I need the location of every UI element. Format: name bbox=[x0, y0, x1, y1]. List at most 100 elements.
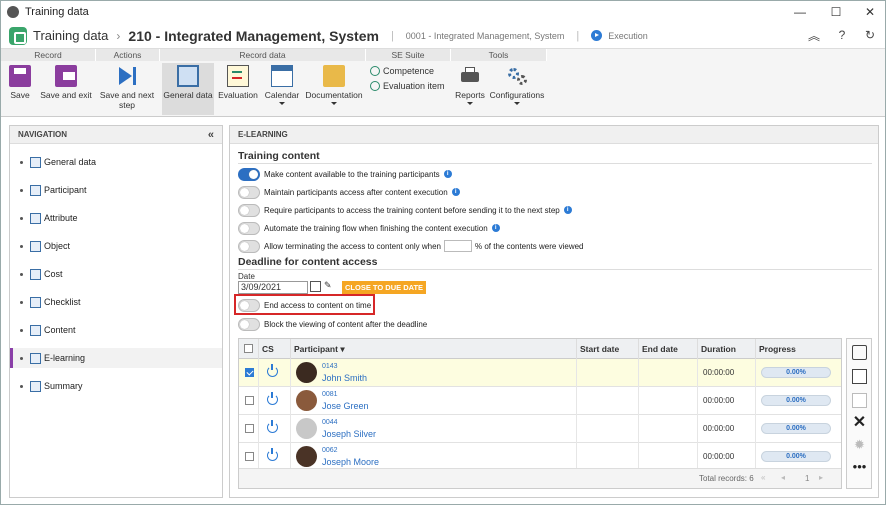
row-checkbox[interactable] bbox=[245, 396, 254, 405]
percentage-input[interactable] bbox=[443, 240, 472, 252]
save-and-exit-button[interactable]: Save and exit bbox=[39, 63, 93, 115]
evaluation-item-link[interactable]: Evaluation item bbox=[370, 81, 445, 91]
competence-icon bbox=[370, 66, 380, 76]
calendar-icon[interactable] bbox=[310, 281, 321, 292]
end-access-toggle[interactable] bbox=[238, 298, 260, 312]
calendar-icon bbox=[271, 65, 293, 87]
nav-item-e-learning[interactable]: E-learning bbox=[10, 348, 222, 368]
col-end-date[interactable]: End date bbox=[639, 339, 698, 359]
info-icon[interactable]: i bbox=[443, 170, 452, 178]
collapse-up-icon[interactable]: ︽ bbox=[807, 28, 821, 43]
table-row[interactable]: 0062 Joseph Moore 00:00:00 0.00% bbox=[239, 443, 841, 471]
close-button[interactable]: ✕ bbox=[853, 1, 886, 23]
first-page-icon[interactable]: « bbox=[761, 473, 765, 482]
date-input[interactable]: 3/09/2021 bbox=[238, 281, 308, 294]
table-row[interactable]: 0143 John Smith 00:00:00 0.00% bbox=[239, 359, 841, 387]
collapse-left-icon[interactable]: « bbox=[208, 126, 214, 144]
save-next-step-button[interactable]: Save and next step bbox=[99, 63, 155, 115]
competence-link[interactable]: Competence bbox=[370, 66, 434, 76]
power-icon[interactable] bbox=[267, 420, 278, 433]
select-all-checkbox[interactable] bbox=[244, 344, 253, 353]
col-duration[interactable]: Duration bbox=[698, 339, 756, 359]
power-icon[interactable] bbox=[267, 392, 278, 405]
duration-value: 00:00:00 bbox=[703, 368, 735, 377]
configurations-button[interactable]: Configurations bbox=[489, 63, 545, 115]
navigation-title: NAVIGATION bbox=[18, 130, 68, 139]
record-header: Training data › 210 - Integrated Managem… bbox=[1, 23, 885, 49]
participant-code: 0044 bbox=[322, 419, 338, 426]
calendar-button[interactable]: Calendar bbox=[263, 63, 301, 115]
info-icon[interactable]: i bbox=[563, 206, 572, 214]
page-number[interactable]: 1 bbox=[805, 474, 809, 483]
table-row[interactable]: 0044 Joseph Silver 00:00:00 0.00% bbox=[239, 415, 841, 443]
view-icon[interactable] bbox=[852, 345, 867, 360]
col-cs[interactable]: CS bbox=[259, 339, 291, 359]
add-document-icon[interactable] bbox=[852, 369, 867, 384]
maintain-access-toggle[interactable] bbox=[238, 185, 260, 199]
refresh-icon[interactable]: ↻ bbox=[863, 28, 877, 42]
nav-item-attribute[interactable]: Attribute bbox=[10, 208, 222, 228]
evaluation-button[interactable]: Evaluation bbox=[216, 63, 260, 115]
clear-date-icon[interactable]: ✎ bbox=[324, 280, 332, 291]
prev-page-icon[interactable]: ◂ bbox=[781, 473, 785, 482]
block-viewing-toggle[interactable] bbox=[238, 317, 260, 331]
avatar bbox=[296, 362, 317, 383]
participants-grid: CS Participant ▾ Start date End date Dur… bbox=[238, 338, 842, 489]
next-step-icon bbox=[116, 65, 138, 87]
automate-flow-toggle[interactable] bbox=[238, 221, 260, 235]
reports-button[interactable]: Reports bbox=[453, 63, 487, 115]
table-row[interactable]: 0081 Jose Green 00:00:00 0.00% bbox=[239, 387, 841, 415]
minimize-button[interactable]: — bbox=[783, 1, 817, 23]
avatar bbox=[296, 390, 317, 411]
group-record-data: Record data bbox=[160, 49, 366, 61]
participant-name[interactable]: Joseph Moore bbox=[322, 457, 379, 467]
col-progress[interactable]: Progress bbox=[756, 339, 841, 359]
info-icon[interactable]: i bbox=[451, 188, 460, 196]
nav-item-general-data[interactable]: General data bbox=[10, 152, 222, 172]
make-available-toggle[interactable] bbox=[238, 167, 260, 181]
nav-item-checklist[interactable]: Checklist bbox=[10, 292, 222, 312]
evaluation-icon bbox=[227, 65, 249, 87]
edit-document-icon[interactable] bbox=[852, 393, 867, 408]
evaluation-item-icon bbox=[370, 81, 380, 91]
nav-item-object[interactable]: Object bbox=[10, 236, 222, 256]
chevron-down-icon bbox=[279, 102, 285, 105]
power-icon[interactable] bbox=[267, 448, 278, 461]
allow-terminating-toggle[interactable] bbox=[238, 239, 260, 253]
nav-item-summary[interactable]: Summary bbox=[10, 376, 222, 396]
execution-icon bbox=[591, 30, 603, 41]
participant-name[interactable]: Jose Green bbox=[322, 401, 369, 411]
module-name[interactable]: Training data bbox=[33, 28, 108, 43]
cost-icon bbox=[30, 268, 41, 280]
group-tools: Tools bbox=[451, 49, 547, 61]
training-logo-icon bbox=[9, 26, 27, 45]
row-checkbox[interactable] bbox=[245, 452, 254, 461]
col-participant[interactable]: Participant ▾ bbox=[291, 339, 577, 359]
require-access-toggle[interactable] bbox=[238, 203, 260, 217]
row-checkbox[interactable] bbox=[245, 368, 254, 377]
duration-value: 00:00:00 bbox=[703, 424, 735, 433]
col-start-date[interactable]: Start date bbox=[577, 339, 639, 359]
settings-icon[interactable]: ✹ bbox=[852, 437, 867, 452]
help-icon[interactable]: ? bbox=[835, 28, 849, 42]
general-data-button[interactable]: General data bbox=[162, 63, 214, 115]
documentation-button[interactable]: Documentation bbox=[304, 63, 364, 115]
save-button[interactable]: Save bbox=[3, 63, 37, 115]
record-title: 210 - Integrated Management, System bbox=[128, 27, 379, 44]
next-page-icon[interactable]: ▸ bbox=[819, 473, 823, 482]
maximize-button[interactable]: ☐ bbox=[819, 1, 853, 23]
participant-name[interactable]: Joseph Silver bbox=[322, 429, 376, 439]
more-icon[interactable]: ••• bbox=[852, 459, 867, 474]
attribute-icon bbox=[30, 212, 41, 224]
delete-icon[interactable]: ✕ bbox=[852, 415, 867, 431]
e-learning-icon bbox=[30, 352, 41, 364]
nav-item-participant[interactable]: Participant bbox=[10, 180, 222, 200]
nav-item-content[interactable]: Content bbox=[10, 320, 222, 340]
nav-item-cost[interactable]: Cost bbox=[10, 264, 222, 284]
avatar-placeholder bbox=[296, 418, 317, 439]
participant-name[interactable]: John Smith bbox=[322, 373, 367, 383]
info-icon[interactable]: i bbox=[491, 224, 500, 232]
row-checkbox[interactable] bbox=[245, 424, 254, 433]
power-icon[interactable] bbox=[267, 364, 278, 377]
window-title: Training data bbox=[25, 6, 89, 18]
